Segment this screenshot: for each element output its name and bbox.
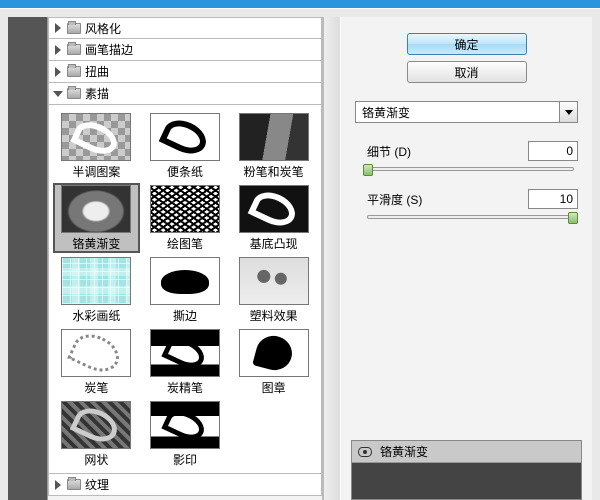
- filter-thumb-12[interactable]: 网状: [53, 399, 140, 469]
- thumbnail-label: 炭笔: [84, 379, 108, 396]
- filter-thumb-1[interactable]: 便条纸: [142, 111, 229, 181]
- collapsed-preview-strip: [8, 17, 48, 500]
- thumbnail-image: [239, 329, 309, 377]
- thumbnail-image: [239, 113, 309, 161]
- filter-select[interactable]: 铬黄渐变: [355, 101, 578, 123]
- filter-thumb-9[interactable]: 炭笔: [53, 327, 140, 397]
- folder-icon: [67, 66, 81, 77]
- thumbnail-label: 基底凸现: [250, 235, 298, 252]
- filter-thumb-0[interactable]: 半调图案: [53, 111, 140, 181]
- smoothness-slider[interactable]: [367, 215, 574, 219]
- filter-thumbnails-grid: 半调图案 便条纸 粉笔和炭笔铬黄渐变 绘图笔 基底凸现水彩画纸 撕边 塑料效果炭笔 炭精笔 图章…: [48, 105, 322, 474]
- effect-layers-panel: 铬黄渐变: [351, 440, 582, 500]
- filter-thumb-8[interactable]: 塑料效果: [230, 255, 317, 325]
- thumbnail-label: 塑料效果: [250, 307, 298, 324]
- folder-icon: [67, 88, 81, 99]
- chevron-right-icon: [53, 67, 63, 77]
- filter-thumb-4[interactable]: 绘图笔: [142, 183, 229, 253]
- thumbnail-label: 粉笔和炭笔: [244, 163, 304, 180]
- thumbnail-image: [239, 185, 309, 233]
- detail-slider[interactable]: [367, 167, 574, 171]
- dropdown-arrow-icon: [559, 102, 577, 122]
- effect-layer-row[interactable]: 铬黄渐变: [352, 441, 581, 463]
- chevron-right-icon: [53, 23, 63, 33]
- thumbnail-image: [150, 401, 220, 449]
- effect-layer-name: 铬黄渐变: [380, 443, 428, 460]
- thumbnail-image: [61, 113, 131, 161]
- thumbnail-image: [61, 185, 131, 233]
- visibility-eye-icon[interactable]: [358, 447, 372, 457]
- folder-icon: [67, 44, 81, 55]
- thumbnail-image: [150, 257, 220, 305]
- filter-thumb-7[interactable]: 撕边: [142, 255, 229, 325]
- thumbnail-label: 影印: [173, 451, 197, 468]
- detail-label: 细节 (D): [367, 143, 411, 160]
- thumbnail-label: 撕边: [173, 307, 197, 324]
- category-texture[interactable]: 纹理: [48, 474, 322, 496]
- filter-thumb-13[interactable]: 影印: [142, 399, 229, 469]
- filter-thumb-3[interactable]: 铬黄渐变: [53, 183, 140, 253]
- category-sketch[interactable]: 素描: [48, 83, 322, 105]
- filter-thumb-5[interactable]: 基底凸现: [230, 183, 317, 253]
- filter-gallery-panel: 风格化 画笔描边 扭曲 素描 半调图案 便条纸 粉笔和炭笔铬黄渐变 绘图笔 基底凸现水彩…: [48, 17, 323, 500]
- category-label: 素描: [85, 85, 109, 102]
- slider-thumb-icon[interactable]: [363, 164, 373, 176]
- filter-select-value: 铬黄渐变: [362, 104, 410, 121]
- thumbnail-image: [61, 401, 131, 449]
- ok-button[interactable]: 确定: [407, 33, 527, 55]
- thumbnail-image: [61, 329, 131, 377]
- thumbnail-label: 网状: [84, 451, 108, 468]
- chevron-down-icon: [53, 89, 63, 99]
- chevron-right-icon: [53, 45, 63, 55]
- category-brush-strokes[interactable]: 画笔描边: [48, 39, 322, 61]
- category-label: 扭曲: [85, 63, 109, 80]
- thumbnail-label: 便条纸: [167, 163, 203, 180]
- thumbnail-image: [150, 185, 220, 233]
- thumbnail-label: 半调图案: [72, 163, 120, 180]
- category-label: 纹理: [85, 476, 109, 493]
- thumbnail-label: 炭精笔: [167, 379, 203, 396]
- chevron-right-icon: [53, 480, 63, 490]
- filter-thumb-2[interactable]: 粉笔和炭笔: [230, 111, 317, 181]
- category-distort[interactable]: 扭曲: [48, 61, 322, 83]
- category-stylize[interactable]: 风格化: [48, 17, 322, 39]
- slider-thumb-icon[interactable]: [568, 212, 578, 224]
- thumbnail-image: [150, 329, 220, 377]
- thumbnail-image: [61, 257, 131, 305]
- smoothness-label: 平滑度 (S): [367, 191, 422, 208]
- scrollbar-vertical[interactable]: [323, 17, 340, 500]
- category-label: 画笔描边: [85, 41, 133, 58]
- thumbnail-image: [239, 257, 309, 305]
- smoothness-input[interactable]: [528, 189, 578, 209]
- detail-input[interactable]: [528, 141, 578, 161]
- filter-thumb-10[interactable]: 炭精笔: [142, 327, 229, 397]
- effect-layers-empty: [352, 463, 581, 499]
- filter-thumb-6[interactable]: 水彩画纸: [53, 255, 140, 325]
- folder-icon: [67, 479, 81, 490]
- folder-icon: [67, 23, 81, 34]
- thumbnail-label: 图章: [262, 379, 286, 396]
- cancel-button[interactable]: 取消: [407, 61, 527, 83]
- thumbnail-label: 铬黄渐变: [72, 235, 120, 252]
- thumbnail-image: [150, 113, 220, 161]
- filter-thumb-11[interactable]: 图章: [230, 327, 317, 397]
- thumbnail-label: 绘图笔: [167, 235, 203, 252]
- thumbnail-label: 水彩画纸: [72, 307, 120, 324]
- filter-controls-panel: 确定 取消 铬黄渐变 细节 (D) 平滑度 (S): [340, 17, 592, 500]
- category-label: 风格化: [85, 20, 121, 37]
